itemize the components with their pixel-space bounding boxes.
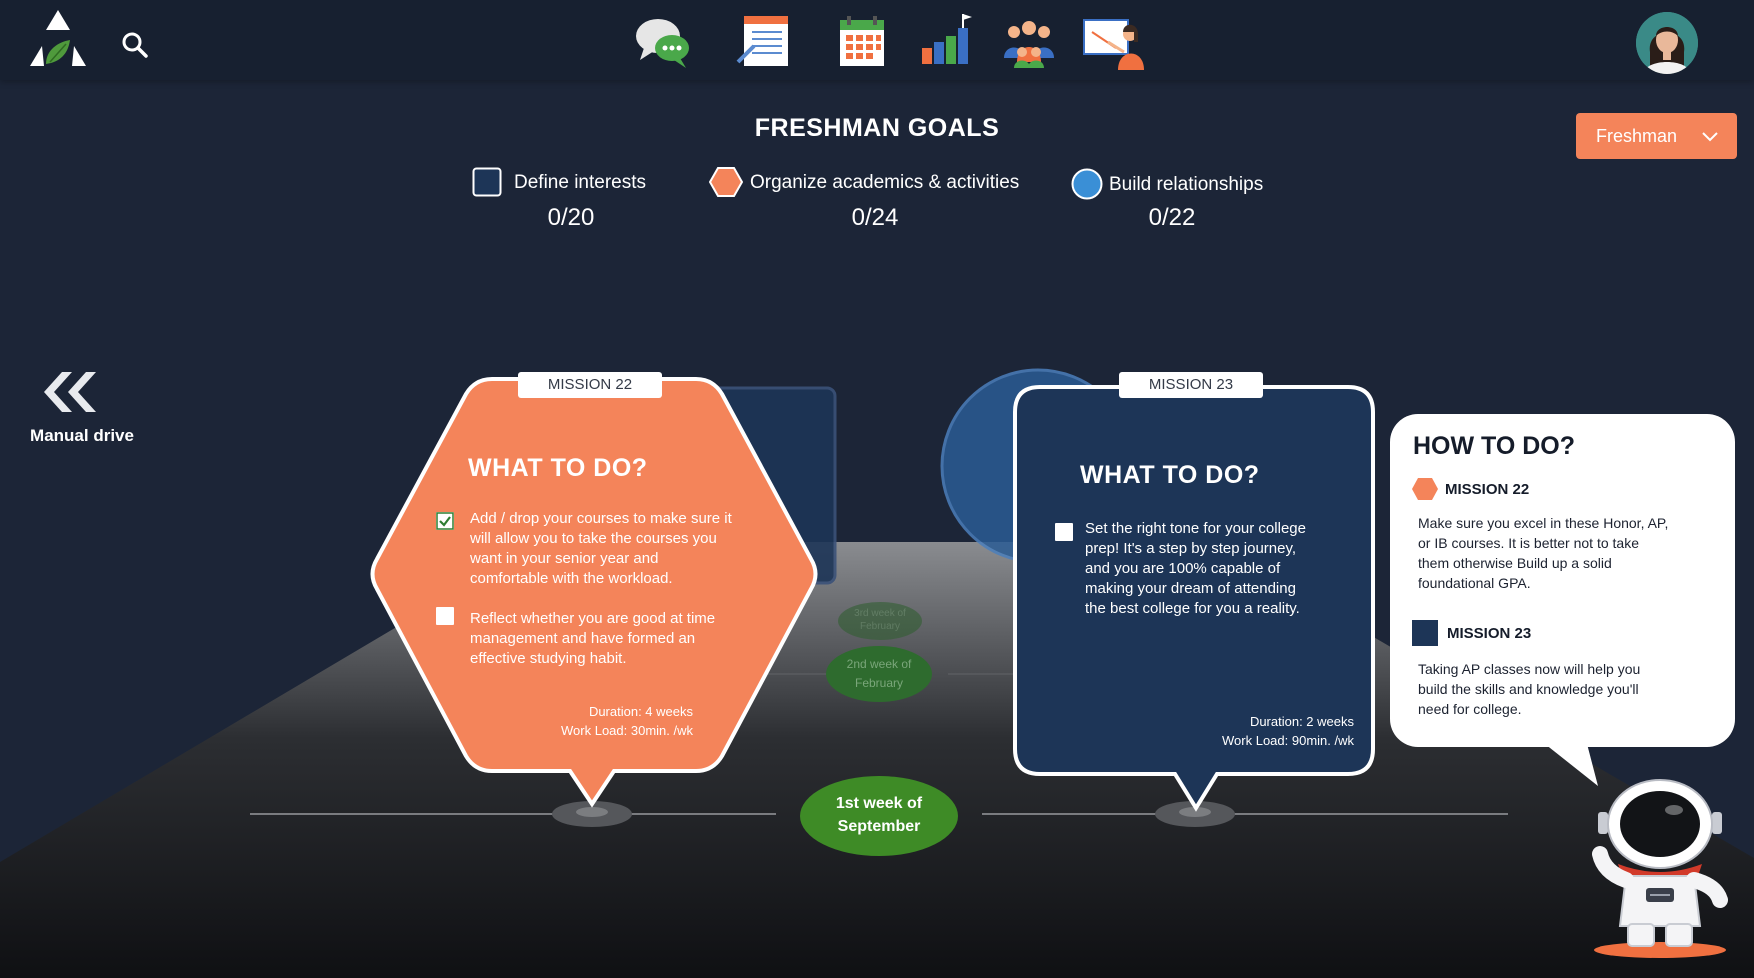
milestone-2-line1: 2nd week of: [846, 657, 912, 671]
mission-22-task-1: Add / drop your courses to make sure it …: [470, 509, 732, 589]
mission-23-task-1-line: prep! It's a step by step journey,: [1085, 540, 1297, 557]
square-mission-icon: [1412, 620, 1438, 646]
mission-23-badge: MISSION 23: [1119, 372, 1263, 398]
mission-23-meta: Duration: 2 weeks Work Load: 90min. /wk: [1150, 712, 1354, 750]
mission-22-task-2-line: effective studying habit.: [470, 650, 627, 667]
mission-22-card[interactable]: [368, 374, 820, 810]
mission-22-title: WHAT TO DO?: [468, 454, 648, 482]
how-to-mission-22-name: MISSION 22: [1445, 481, 1530, 498]
how-to-mission-22-line: or IB courses. It is better not to take: [1418, 535, 1639, 551]
how-to-panel: HOW TO DO? MISSION 22 Make sure you exce…: [1390, 414, 1735, 747]
how-to-title: HOW TO DO?: [1413, 432, 1576, 460]
mission-22-task-1-line: Add / drop your courses to make sure it: [470, 510, 732, 527]
milestone-bubble-2: 2nd week of February: [826, 646, 932, 702]
how-to-mission-23-name: MISSION 23: [1447, 625, 1532, 642]
how-to-mission-22-line: them otherwise Build up a solid: [1418, 555, 1612, 571]
milestone-3-line1: 3rd week of: [854, 608, 906, 619]
mission-22-task-2-line: management and have formed an: [470, 630, 696, 647]
mission-23-task-1-checkbox[interactable]: [1055, 523, 1073, 541]
mission-22-task-2: Reflect whether you are good at time man…: [470, 609, 715, 669]
how-to-mission-22-text: Make sure you excel in these Honor, AP, …: [1418, 513, 1668, 593]
mission-22-task-1-checkbox[interactable]: [436, 512, 454, 530]
how-to-mission-23-line: build the skills and knowledge you'll: [1418, 681, 1639, 697]
mission-22-workload: Work Load: 30min. /wk: [561, 723, 693, 738]
milestone-bubble-1[interactable]: 1st week of September: [800, 776, 958, 856]
mission-23-task-1-line: and you are 100% capable of: [1085, 560, 1281, 577]
milestone-3-line2: February: [859, 621, 900, 632]
how-to-mission-22-line: Make sure you excel in these Honor, AP,: [1418, 515, 1669, 531]
checkmark-icon: [436, 512, 454, 530]
mission-23-task-1: Set the right tone for your college prep…: [1085, 519, 1306, 619]
mission-23-workload: Work Load: 90min. /wk: [1222, 733, 1354, 748]
mission-22-task-1-line: will allow you to take the courses you: [470, 530, 717, 547]
how-to-mission-23-line: Taking AP classes now will help you: [1418, 661, 1641, 677]
astronaut-icon[interactable]: [1590, 776, 1730, 962]
mission-22-meta: Duration: 4 weeks Work Load: 30min. /wk: [500, 702, 693, 740]
milestone-1-line1: 1st week of: [835, 795, 923, 812]
mission-22-task-1-line: comfortable with the workload.: [470, 570, 673, 587]
mission-23-task-1-line: the best college for you a reality.: [1085, 600, 1300, 617]
mission-22-duration: Duration: 4 weeks: [588, 704, 693, 719]
how-to-mission-23-line: need for college.: [1418, 701, 1522, 717]
milestone-1-line2: September: [837, 818, 921, 835]
milestone-2-line2: February: [854, 676, 904, 690]
hexagon-mission-icon: [1412, 478, 1438, 500]
mission-22-badge: MISSION 22: [518, 372, 662, 398]
how-to-mission-22-line: foundational GPA.: [1418, 575, 1531, 591]
mission-22-task-2-line: Reflect whether you are good at time: [470, 610, 716, 627]
mission-23-task-1-line: Set the right tone for your college: [1085, 520, 1306, 537]
milestone-bubble-3: 3rd week of February: [838, 602, 922, 640]
mission-23-task-1-line: making your dream of attending: [1085, 580, 1296, 597]
mission-22-task-2-checkbox[interactable]: [436, 607, 454, 625]
mission-23-title: WHAT TO DO?: [1080, 461, 1260, 489]
mission-22-task-1-line: want in your senior year and: [470, 550, 659, 567]
how-to-mission-23-text: Taking AP classes now will help you buil…: [1418, 659, 1640, 719]
mission-23-duration: Duration: 2 weeks: [1249, 714, 1354, 729]
